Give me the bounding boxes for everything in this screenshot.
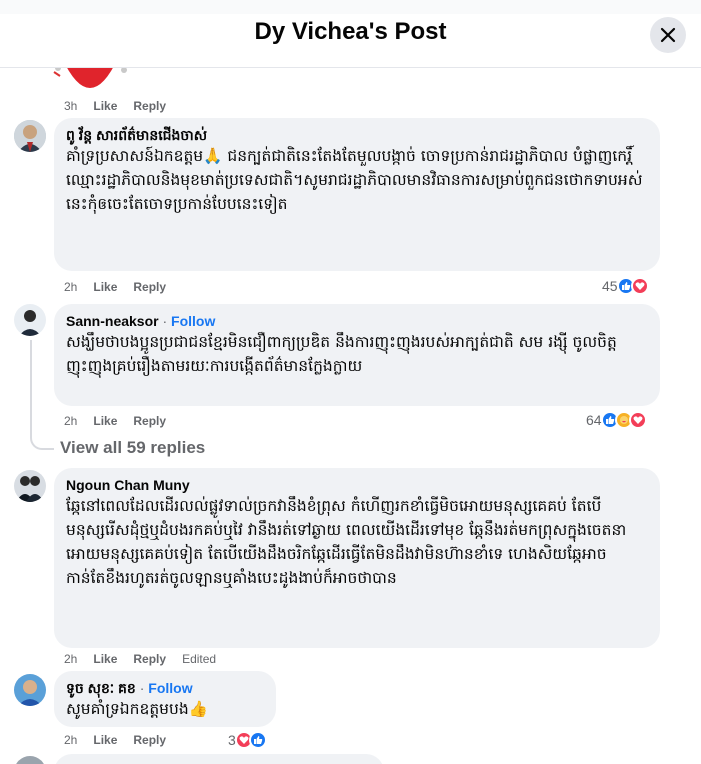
edited-label: Edited (182, 652, 217, 666)
like-link[interactable]: Like (93, 280, 117, 294)
timestamp: 3h (64, 99, 78, 113)
close-icon (660, 27, 676, 43)
comment-meta: 2h Like Reply (64, 280, 166, 294)
comment-meta: 3h Like Reply (64, 99, 166, 113)
follow-button[interactable]: Follow (148, 680, 192, 696)
comment-text: សូមគាំទ្រឯកឧត្តមបង👍 (66, 700, 208, 718)
avatar[interactable] (14, 120, 46, 152)
like-link[interactable]: Like (93, 733, 117, 747)
comment-author[interactable]: ពូ វ័ន្ត សារព័ត៌មានជើងចាស់ (66, 126, 648, 144)
comment-author-line: ទូច សុខៈ គខ · Follow (66, 679, 264, 697)
reaction-summary[interactable]: 3 (228, 731, 267, 749)
comment-author[interactable]: Ngoun Chan Muny (66, 476, 648, 494)
avatar[interactable] (14, 304, 46, 336)
comment-meta: 2h Like Reply Edited (64, 652, 216, 666)
thread-line (30, 340, 54, 450)
comment-bubble (54, 754, 384, 764)
page-title: Dy Vichea's Post (254, 18, 447, 45)
comment-text: សង្ឃឹមថាបងប្អូនប្រជាជនខ្មែរមិនជឿពាក្យប្រ… (66, 333, 617, 375)
timestamp: 2h (64, 652, 78, 666)
reply-link[interactable]: Reply (133, 280, 166, 294)
comment-bubble: Sann-neaksor · Follow សង្ឃឹមថាបងប្អូនប្រ… (54, 304, 660, 406)
reaction-summary[interactable]: 45 (602, 277, 649, 295)
love-reaction-icon (628, 411, 647, 429)
close-button[interactable] (650, 17, 686, 53)
avatar[interactable] (14, 470, 46, 502)
timestamp: 2h (64, 280, 78, 294)
reaction-count: 45 (602, 278, 618, 294)
timestamp: 2h (64, 733, 78, 747)
avatar[interactable] (14, 674, 46, 706)
love-reaction-icon (630, 277, 649, 295)
like-link[interactable]: Like (93, 414, 117, 428)
reply-link[interactable]: Reply (133, 733, 166, 747)
comment-author[interactable]: ទូច សុខៈ គខ (66, 680, 136, 696)
comment-text: គាំទ្រប្រសាសន៍ឯកឧត្តម🙏 ជនក្បត់ជាតិនេះតែង… (66, 147, 643, 213)
like-link[interactable]: Like (93, 99, 117, 113)
comment-author-line: Sann-neaksor · Follow (66, 312, 648, 330)
reply-link[interactable]: Reply (133, 99, 166, 113)
reaction-summary[interactable]: 64 (586, 411, 647, 429)
reaction-count: 64 (586, 412, 602, 428)
timestamp: 2h (64, 414, 78, 428)
separator-dot: · (135, 680, 149, 696)
top-fade (0, 0, 701, 14)
comment-bubble: ទូច សុខៈ គខ · Follow សូមគាំទ្រឯកឧត្តមបង👍 (54, 671, 276, 727)
separator-dot: · (158, 313, 172, 329)
comment-meta: 2h Like Reply (64, 733, 166, 747)
avatar[interactable] (14, 756, 46, 764)
follow-button[interactable]: Follow (171, 313, 215, 329)
comment-author[interactable]: Sann-neaksor (66, 313, 159, 329)
comment-meta: 2h Like Reply (64, 414, 166, 428)
view-all-replies-link[interactable]: View all 59 replies (60, 438, 205, 458)
like-link[interactable]: Like (93, 652, 117, 666)
comment-bubble: Ngoun Chan Muny ឆ្កែនៅពេលដែលដើរលល់ផ្លូវទ… (54, 468, 660, 648)
comment-text: ឆ្កែនៅពេលដែលដើរលល់ផ្លូវទាល់ច្រកវានឹងខំព្… (66, 497, 627, 587)
comment-bubble: ពូ វ័ន្ត សារព័ត៌មានជើងចាស់ គាំទ្រប្រសាសន… (54, 118, 660, 271)
like-reaction-icon (248, 731, 267, 749)
reply-link[interactable]: Reply (133, 414, 166, 428)
reply-link[interactable]: Reply (133, 652, 166, 666)
